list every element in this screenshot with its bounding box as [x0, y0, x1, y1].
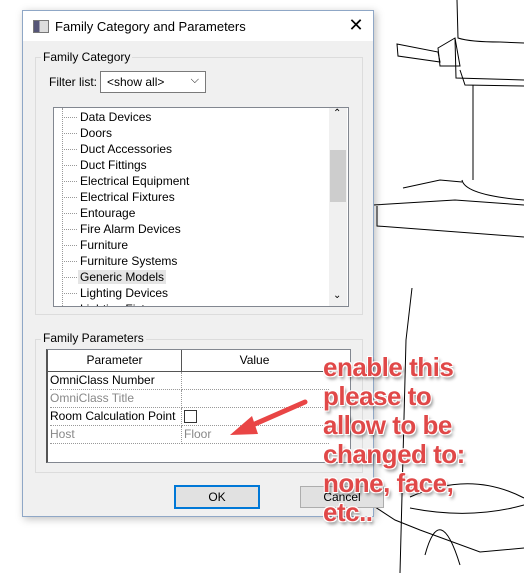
annotation-line: please to: [323, 381, 432, 411]
annotation-line: enable this: [323, 352, 454, 382]
annotation-line: none, face,: [323, 468, 454, 498]
annotation-line: changed to:: [323, 439, 465, 469]
annotation-line: etc..: [323, 497, 373, 527]
annotation-line: allow to be: [323, 410, 452, 440]
annotation-note: enable this please to allow to be changed t…: [323, 353, 465, 527]
